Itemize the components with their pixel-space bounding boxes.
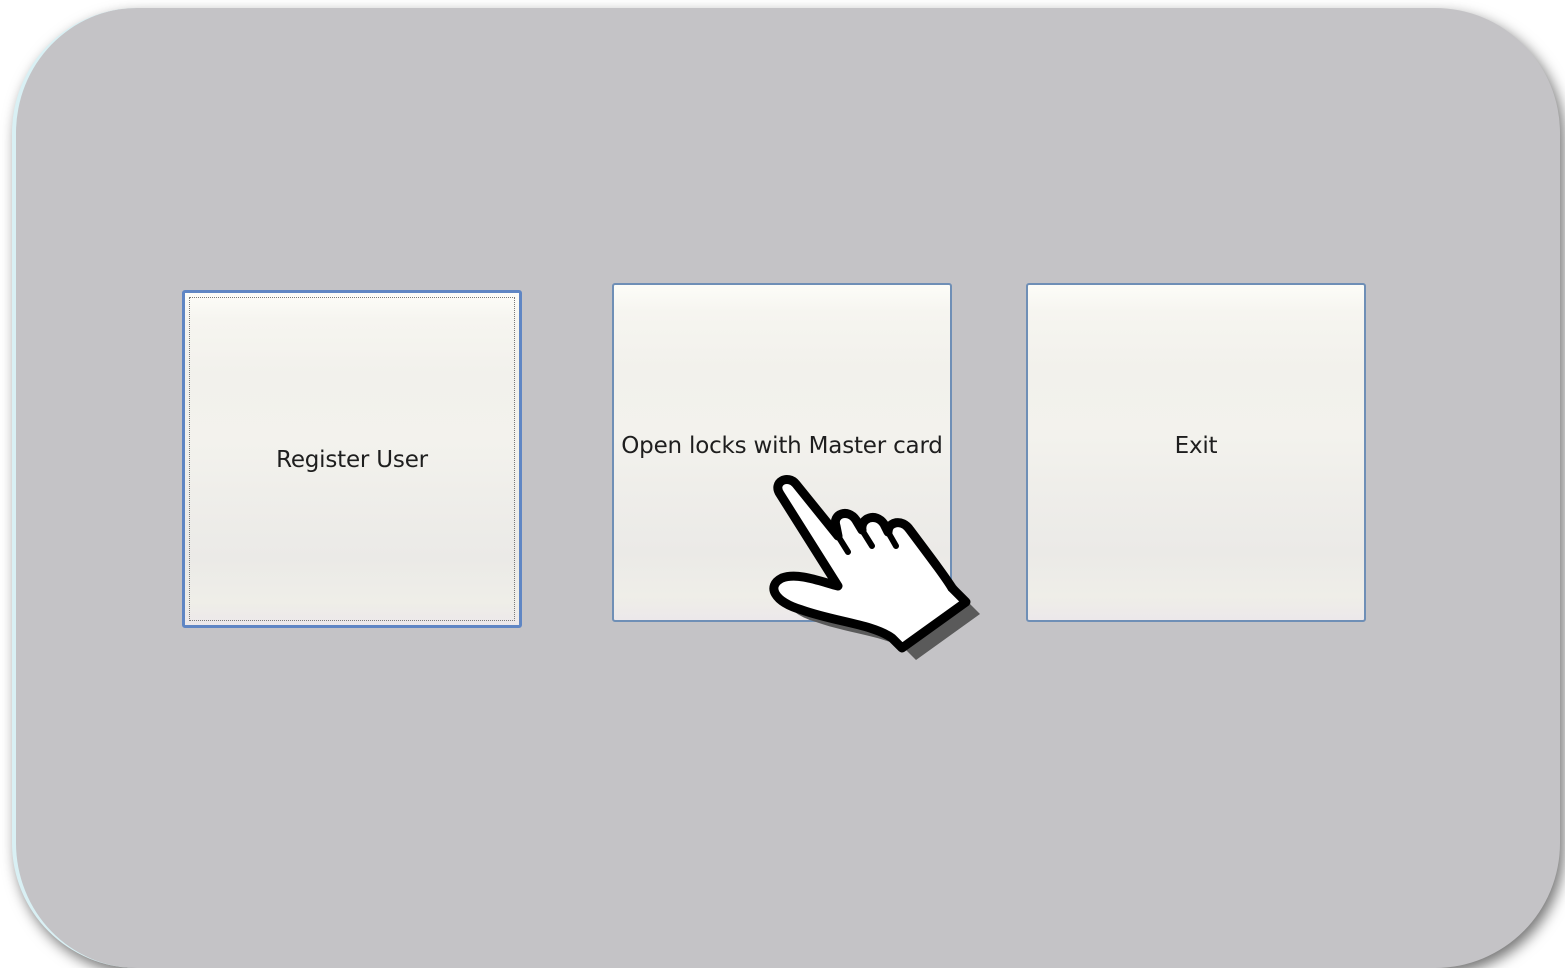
register-user-button[interactable]: Register User — [182, 290, 522, 628]
open-locks-label: Open locks with Master card — [621, 432, 943, 459]
open-locks-master-card-button[interactable]: Open locks with Master card — [612, 283, 952, 622]
exit-label: Exit — [1174, 432, 1218, 459]
exit-button[interactable]: Exit — [1026, 283, 1366, 622]
register-user-label: Register User — [276, 447, 428, 473]
